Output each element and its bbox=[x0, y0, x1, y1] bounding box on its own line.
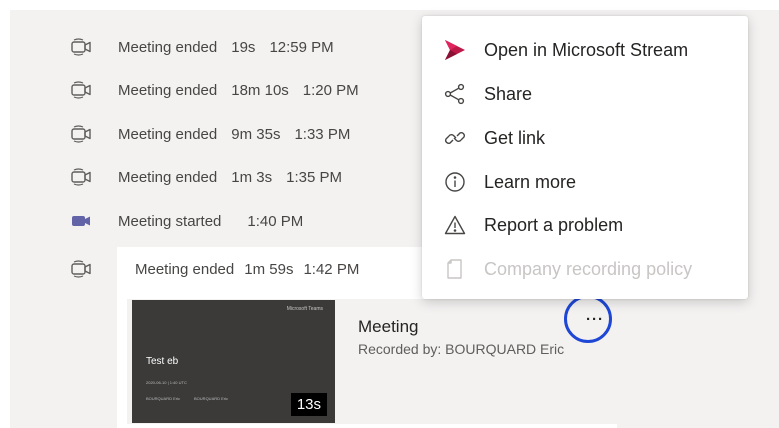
history-duration: 18m 10s bbox=[231, 81, 289, 99]
history-duration: 9m 35s bbox=[231, 125, 281, 143]
video-camera-outline-icon bbox=[71, 38, 91, 56]
recording-title[interactable]: Meeting bbox=[358, 317, 418, 337]
duration-badge: 13s bbox=[290, 393, 327, 416]
menu-item-label: Learn more bbox=[484, 171, 577, 192]
history-status: Meeting ended bbox=[118, 38, 218, 56]
thumbnail-brand: Microsoft Teams bbox=[286, 306, 323, 312]
meeting-time: 1:42 PM bbox=[303, 261, 360, 278]
history-status: Meeting ended bbox=[118, 81, 218, 99]
history-time: 1:35 PM bbox=[286, 168, 342, 186]
history-time: 1:40 PM bbox=[247, 212, 304, 230]
teams-chat-window: Meeting ended 19s 12:59 PM Meeting ended 18… bbox=[0, 0, 779, 428]
history-time: 12:59 PM bbox=[269, 38, 334, 56]
video-camera-outline-icon bbox=[71, 260, 91, 278]
recording-card[interactable]: Microsoft Teams Test eb 2020-06-10 | 1:4… bbox=[127, 299, 622, 424]
history-duration: 1m 3s bbox=[231, 168, 273, 186]
menu-item-company-recording-policy: Company recording policy bbox=[422, 249, 748, 289]
history-duration: 19s bbox=[231, 38, 256, 56]
history-status: Meeting ended bbox=[118, 125, 218, 143]
thumbnail-date: 2020-06-10 | 1:40 UTC bbox=[146, 380, 187, 385]
video-camera-outline-icon bbox=[71, 168, 91, 186]
menu-item-label: Open in Microsoft Stream bbox=[484, 39, 689, 60]
thumbnail-title: Test eb bbox=[146, 356, 179, 367]
menu-item-learn-more[interactable]: Learn more bbox=[422, 162, 748, 202]
more-options-button[interactable]: ··· bbox=[575, 305, 615, 333]
link-icon bbox=[442, 125, 468, 151]
thumbnail-person: BOURQUARD Eric bbox=[194, 396, 229, 401]
video-camera-outline-icon bbox=[71, 81, 91, 99]
history-time: 1:20 PM bbox=[302, 81, 359, 99]
menu-item-label: Get link bbox=[484, 127, 546, 148]
document-icon bbox=[442, 256, 468, 282]
recording-recorded-by: Recorded by: BOURQUARD Eric bbox=[358, 341, 565, 357]
menu-item-report-problem[interactable]: Report a problem bbox=[422, 205, 748, 245]
menu-item-share[interactable]: Share bbox=[422, 74, 748, 114]
video-camera-filled-icon bbox=[72, 216, 90, 226]
share-icon bbox=[442, 81, 468, 107]
warning-icon bbox=[442, 212, 468, 238]
stream-icon bbox=[442, 37, 468, 63]
thumbnail-person: BOURQUARD Eric bbox=[146, 396, 181, 401]
menu-item-open-in-stream[interactable]: Open in Microsoft Stream bbox=[422, 30, 748, 70]
thumbnail-participants: BOURQUARD Eric BOURQUARD Eric bbox=[146, 396, 228, 401]
meeting-duration: 1m 59s bbox=[244, 261, 294, 278]
recording-context-menu: Open in Microsoft Stream Share Get link … bbox=[422, 16, 748, 299]
menu-item-label: Share bbox=[484, 83, 533, 104]
history-status: Meeting started bbox=[118, 212, 222, 230]
menu-item-label: Company recording policy bbox=[484, 258, 693, 279]
meeting-status: Meeting ended bbox=[135, 261, 235, 278]
menu-item-label: Report a problem bbox=[484, 214, 624, 235]
recording-thumbnail[interactable]: Microsoft Teams Test eb 2020-06-10 | 1:4… bbox=[132, 300, 335, 423]
meeting-card-header: Meeting ended 1m 59s 1:42 PM bbox=[135, 261, 369, 278]
history-status: Meeting ended bbox=[118, 168, 218, 186]
info-icon bbox=[442, 169, 468, 195]
menu-item-get-link[interactable]: Get link bbox=[422, 118, 748, 158]
video-camera-outline-icon bbox=[71, 125, 91, 143]
history-time: 1:33 PM bbox=[294, 125, 351, 143]
